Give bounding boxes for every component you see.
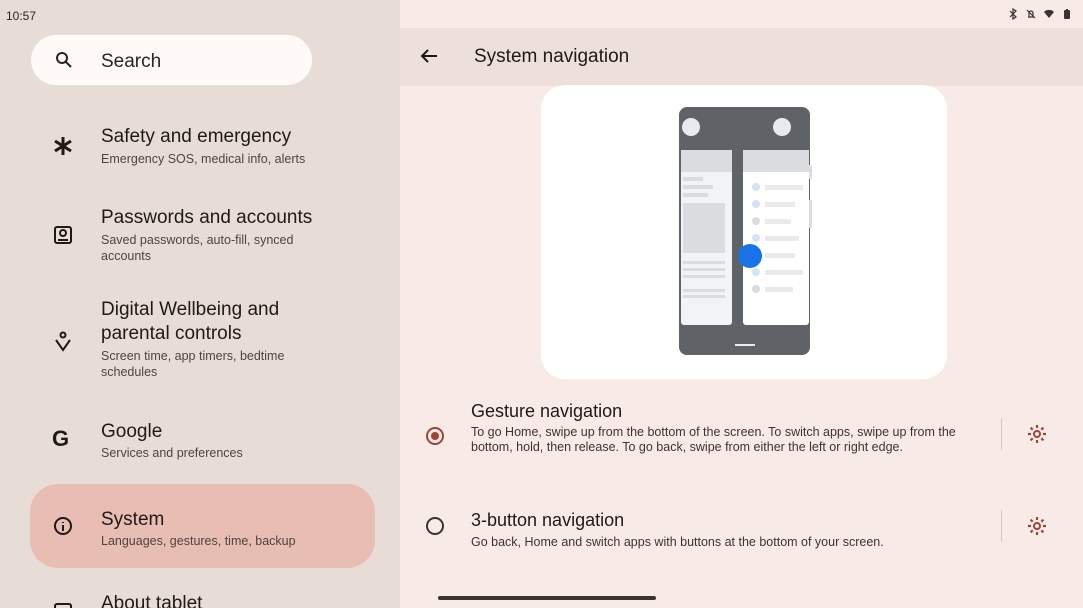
- search-icon: [56, 52, 72, 68]
- asterisk-icon: [54, 137, 72, 155]
- sidebar-item-passwords[interactable]: Passwords and accounts Saved passwords, …: [30, 196, 375, 276]
- status-bar: 10:57: [0, 0, 1083, 28]
- gesture-illustration: [541, 85, 947, 379]
- gesture-navigation-radio[interactable]: [426, 427, 444, 445]
- sidebar-item-subtitle: Languages, gestures, time, backup: [101, 534, 296, 548]
- option-divider: [1001, 510, 1002, 542]
- three-button-navigation-radio[interactable]: [426, 517, 444, 535]
- battery-icon: [1064, 9, 1070, 19]
- phone-illustration: [679, 107, 812, 355]
- sidebar-item-title: Passwords and accounts: [101, 207, 313, 228]
- sidebar-item-wellbeing[interactable]: Digital Wellbeing and parental controls …: [30, 288, 375, 388]
- sidebar-item-title: Digital Wellbeing and parental controls: [101, 299, 280, 344]
- sidebar-item-title: About tablet: [101, 593, 203, 608]
- sidebar-item-subtitle: Emergency SOS, medical info, alerts: [101, 152, 306, 166]
- option-divider: [1001, 418, 1002, 450]
- option-description: Go back, Home and switch apps with butto…: [471, 535, 884, 549]
- search-label: Search: [101, 51, 162, 72]
- search-bar[interactable]: Search: [31, 35, 312, 85]
- sidebar-item-safety[interactable]: Safety and emergency Emergency SOS, medi…: [30, 115, 375, 185]
- sidebar-item-title: Google: [101, 421, 163, 442]
- sidebar-item-title: System: [101, 509, 165, 530]
- notifications-off-icon: [1026, 9, 1036, 19]
- option-description: To go Home, swipe up from the bottom of …: [471, 425, 956, 454]
- three-button-navigation-option[interactable]: 3-button navigation Go back, Home and sw…: [420, 509, 1060, 559]
- sidebar-item-about[interactable]: About tablet: [30, 588, 375, 608]
- option-title: 3-button navigation: [471, 510, 625, 530]
- three-button-settings-gear-icon[interactable]: [1026, 515, 1048, 537]
- status-time: 10:57: [6, 9, 37, 23]
- bluetooth-icon: [1009, 8, 1017, 20]
- sidebar-item-subtitle: Screen time, app timers, bedtime schedul…: [101, 349, 285, 379]
- account-box-icon: [54, 226, 72, 244]
- google-icon: G: [52, 426, 70, 451]
- home-gesture-handle[interactable]: [438, 596, 656, 600]
- sidebar-item-subtitle: Services and preferences: [101, 446, 243, 460]
- option-title: Gesture navigation: [471, 401, 623, 421]
- back-arrow-icon[interactable]: [419, 46, 439, 66]
- sidebar-item-system[interactable]: System Languages, gestures, time, backup: [30, 484, 375, 568]
- sidebar-item-google[interactable]: G Google Services and preferences: [30, 410, 375, 480]
- wifi-icon: [1044, 9, 1054, 18]
- gesture-settings-gear-icon[interactable]: [1026, 423, 1048, 445]
- gesture-navigation-option[interactable]: Gesture navigation To go Home, swipe up …: [420, 400, 1060, 480]
- sidebar-item-title: Safety and emergency: [101, 126, 292, 147]
- tablet-icon: [54, 603, 72, 608]
- status-icons: [1007, 8, 1073, 20]
- wellbeing-icon: [55, 331, 71, 352]
- page-title: System navigation: [474, 46, 630, 67]
- sidebar-item-subtitle: Saved passwords, auto-fill, synced accou…: [101, 233, 294, 263]
- info-icon: [54, 517, 72, 535]
